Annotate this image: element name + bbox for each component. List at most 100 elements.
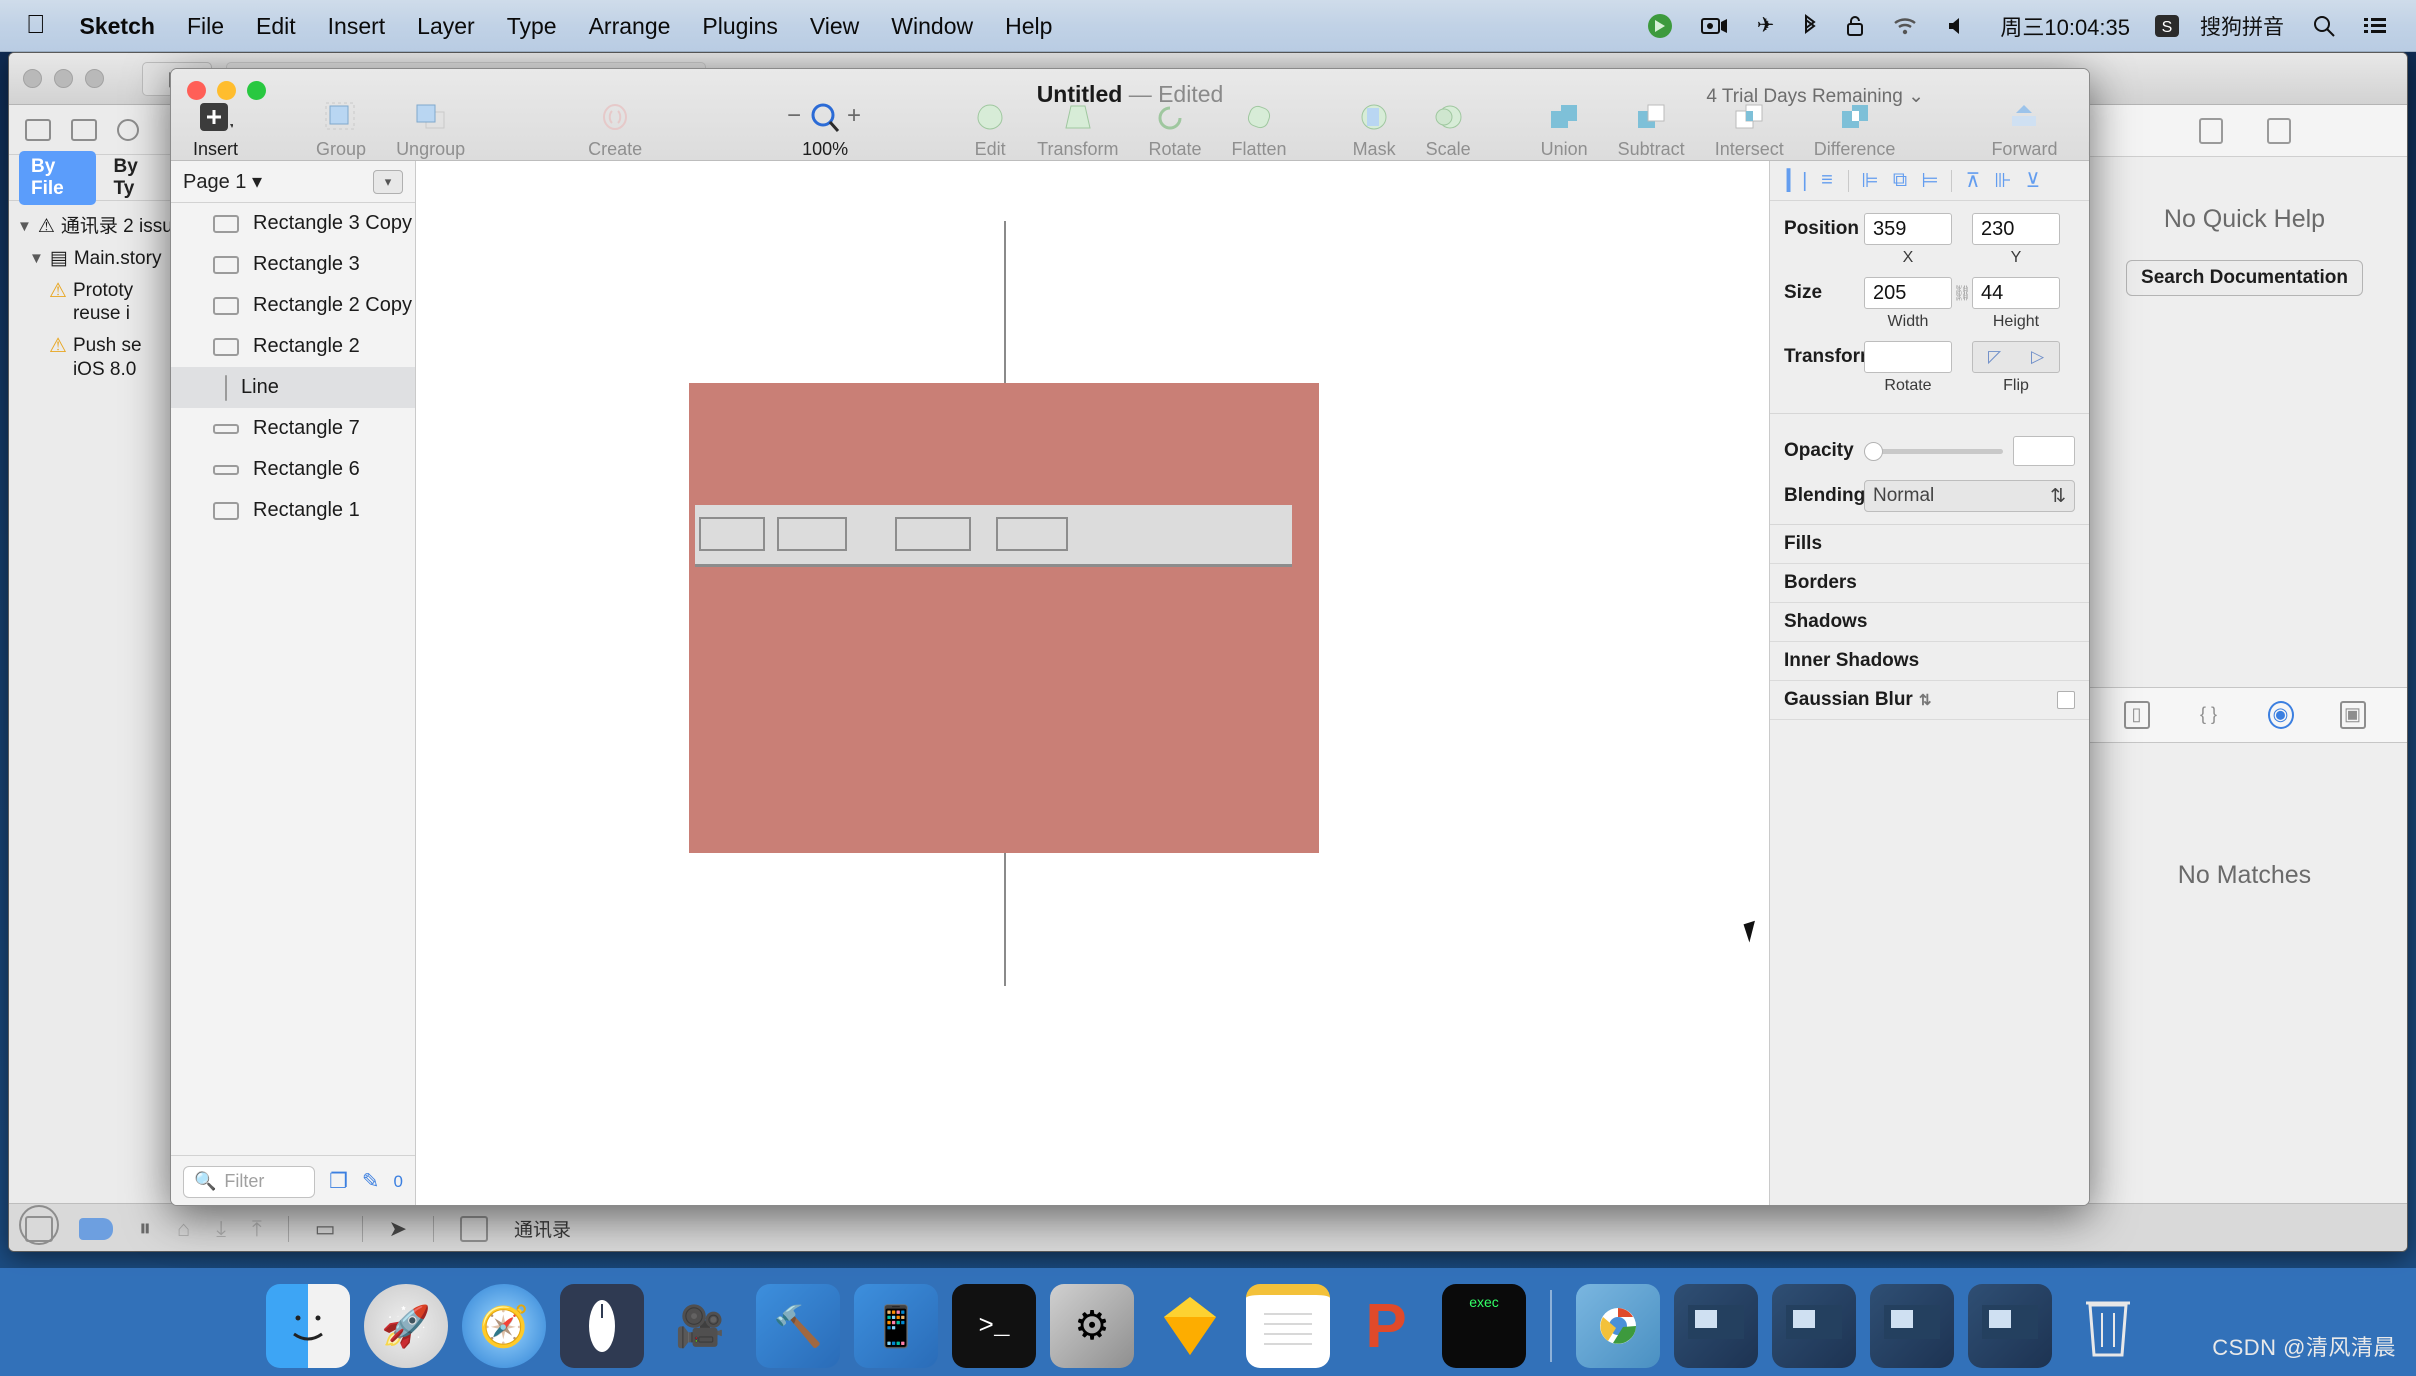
layer-row-line[interactable]: Line bbox=[171, 367, 415, 408]
intersect-tool[interactable]: Intersect bbox=[1715, 99, 1784, 160]
dock-item-paw[interactable]: P bbox=[1344, 1284, 1428, 1368]
grid-icon[interactable] bbox=[460, 1215, 488, 1242]
scope-tab-by-file[interactable]: By File bbox=[19, 150, 96, 205]
sketch-window[interactable]: Untitled — Edited 4 Trial Days Remaining… bbox=[170, 68, 2090, 1206]
tree-row[interactable]: ▼ ⚠ 通讯录 2 issu bbox=[15, 211, 172, 243]
hierarchy-icon[interactable] bbox=[71, 118, 97, 141]
width-input[interactable]: 205 bbox=[1864, 277, 1952, 309]
opacity-input[interactable] bbox=[2013, 436, 2075, 466]
zoom-control[interactable]: − + 100% bbox=[785, 99, 865, 160]
layer-row-rectangle-3-copy[interactable]: Rectangle 3 Copy bbox=[171, 203, 415, 244]
dock-item-trash[interactable] bbox=[2066, 1284, 2150, 1368]
menu-layer[interactable]: Layer bbox=[401, 0, 491, 52]
layer-row-rectangle-1[interactable]: Rectangle 1 bbox=[171, 490, 415, 531]
canvas[interactable] bbox=[416, 161, 1769, 1205]
align-left-icon[interactable]: ⊫ bbox=[1855, 170, 1885, 192]
screen-record-green-icon[interactable] bbox=[1633, 0, 1687, 52]
xcode-close-button[interactable] bbox=[23, 69, 42, 88]
align-middle-icon[interactable]: ⊪ bbox=[1988, 170, 2018, 192]
lock-icon[interactable] bbox=[1832, 0, 1878, 52]
resolve-icon[interactable]: ⤒ bbox=[252, 1216, 262, 1242]
tree-row[interactable]: ⚠ Prototy reuse i bbox=[15, 275, 172, 331]
menu-insert[interactable]: Insert bbox=[312, 0, 402, 52]
shadows-section-header[interactable]: Shadows bbox=[1770, 603, 2089, 642]
dock-item-minimized-window-3[interactable] bbox=[1870, 1284, 1954, 1368]
page-options-button[interactable]: ▾ bbox=[373, 169, 403, 194]
wifi-icon[interactable] bbox=[1878, 0, 1932, 52]
dock-item-finder[interactable] bbox=[266, 1284, 350, 1368]
dock-item-system-preferences[interactable]: ⚙ bbox=[1050, 1284, 1134, 1368]
airplane-icon[interactable]: ✈ bbox=[1743, 0, 1789, 52]
object-library-icon[interactable]: ◉ bbox=[2267, 700, 2294, 729]
layer-row-rectangle-3[interactable]: Rectangle 3 bbox=[171, 244, 415, 285]
blending-select[interactable]: Normal ⇅ bbox=[1864, 480, 2075, 512]
video-camera-icon[interactable] bbox=[1687, 0, 1743, 52]
styles-icon[interactable]: ✎ bbox=[362, 1169, 380, 1194]
align-left-edges-icon[interactable]: ▎| bbox=[1782, 170, 1812, 192]
device-icon[interactable]: ▭ bbox=[315, 1216, 336, 1242]
tree-row[interactable]: ⚠ Push se iOS 8.0 bbox=[15, 330, 172, 386]
stepper-icon[interactable]: ⇅ bbox=[1919, 691, 1932, 709]
menu-view[interactable]: View bbox=[794, 0, 875, 52]
menu-help[interactable]: Help bbox=[989, 0, 1068, 52]
position-y-input[interactable]: 230 bbox=[1972, 213, 2060, 245]
mask-tool[interactable]: Mask bbox=[1353, 99, 1396, 160]
scope-tab-by-type[interactable]: By Ty bbox=[102, 151, 168, 205]
distribute-icon[interactable]: ⤓ bbox=[216, 1216, 226, 1242]
duplicate-layers-icon[interactable]: ❐ bbox=[329, 1169, 348, 1194]
dock-item-magic-mouse[interactable] bbox=[560, 1284, 644, 1368]
layer-row-rectangle-7[interactable]: Rectangle 7 bbox=[171, 408, 415, 449]
bluetooth-icon[interactable] bbox=[1788, 0, 1832, 52]
stepper-icon[interactable]: ⇅ bbox=[2050, 485, 2066, 508]
menu-plugins[interactable]: Plugins bbox=[686, 0, 793, 52]
insert-tool[interactable]: Insert bbox=[193, 99, 238, 160]
nav-bar-right[interactable] bbox=[892, 505, 1292, 567]
file-template-icon[interactable]: ▯ bbox=[2123, 700, 2150, 729]
page-selector[interactable]: Page 1 ▾ bbox=[183, 169, 262, 194]
disclosure-triangle-icon[interactable]: ▼ bbox=[17, 218, 32, 237]
ungroup-tool[interactable]: Ungroup bbox=[396, 99, 465, 160]
cell-right-1[interactable] bbox=[895, 517, 971, 551]
align-center-h-icon[interactable]: ≡ bbox=[1812, 169, 1842, 192]
transform-tool[interactable]: Transform bbox=[1037, 99, 1118, 160]
flatten-tool[interactable]: Flatten bbox=[1232, 99, 1287, 160]
menu-arrange[interactable]: Arrange bbox=[573, 0, 687, 52]
cell-left-1[interactable] bbox=[699, 517, 765, 551]
dock-item-minimized-window-4[interactable] bbox=[1968, 1284, 2052, 1368]
dock-item-xcode[interactable]: 🔨 bbox=[756, 1284, 840, 1368]
sogou-badge-icon[interactable]: S bbox=[2140, 0, 2194, 52]
input-method-label[interactable]: 搜狗拼音 bbox=[2194, 0, 2298, 52]
dock-item-minimized-window-1[interactable] bbox=[1674, 1284, 1758, 1368]
dock-item-terminal[interactable]: >_ bbox=[952, 1284, 1036, 1368]
align-top-icon[interactable]: ⊼ bbox=[1958, 170, 1988, 192]
quick-help-icon[interactable] bbox=[2266, 117, 2291, 144]
search-icon[interactable] bbox=[117, 118, 139, 141]
dock-item-launchpad[interactable]: 🚀 bbox=[364, 1284, 448, 1368]
group-tool[interactable]: Group bbox=[316, 99, 366, 160]
breakpoint-icon[interactable] bbox=[79, 1217, 113, 1240]
file-inspector-icon[interactable] bbox=[2198, 117, 2223, 144]
inner-shadows-section-header[interactable]: Inner Shadows bbox=[1770, 642, 2089, 681]
union-tool[interactable]: Union bbox=[1541, 99, 1588, 160]
disclosure-triangle-icon[interactable]: ▼ bbox=[29, 250, 44, 269]
position-x-input[interactable]: 359 bbox=[1864, 213, 1952, 245]
rotate-tool[interactable]: Rotate bbox=[1148, 99, 1202, 160]
dock-item-minimized-window-2[interactable] bbox=[1772, 1284, 1856, 1368]
flip-horizontal-icon[interactable]: ◸ bbox=[1988, 347, 2001, 367]
tree-row[interactable]: ▼ ▤ Main.story bbox=[15, 243, 172, 275]
gaussian-blur-section-header[interactable]: Gaussian Blur ⇅ bbox=[1770, 681, 2089, 720]
folder-icon[interactable] bbox=[25, 118, 51, 141]
media-library-icon[interactable]: ▣ bbox=[2339, 700, 2366, 729]
flip-controls[interactable]: ◸ ▷ bbox=[1972, 341, 2060, 373]
cell-left-2[interactable] bbox=[777, 517, 847, 551]
code-snippet-icon[interactable]: { } bbox=[2196, 701, 2222, 729]
align-right-icon[interactable]: ⊨ bbox=[1915, 170, 1945, 192]
notification-center-icon[interactable] bbox=[2350, 0, 2402, 52]
pause-icon[interactable]: ⏸ bbox=[139, 1215, 151, 1243]
dock-item-quicktime[interactable]: 🎥 bbox=[658, 1284, 742, 1368]
volume-icon[interactable] bbox=[1932, 0, 1980, 52]
menu-clock[interactable]: 周三10:04:35 bbox=[1980, 10, 2140, 42]
menu-type[interactable]: Type bbox=[491, 0, 573, 52]
align-bottom-icon[interactable]: ⊻ bbox=[2018, 170, 2048, 192]
slider-knob[interactable] bbox=[1864, 441, 1883, 461]
